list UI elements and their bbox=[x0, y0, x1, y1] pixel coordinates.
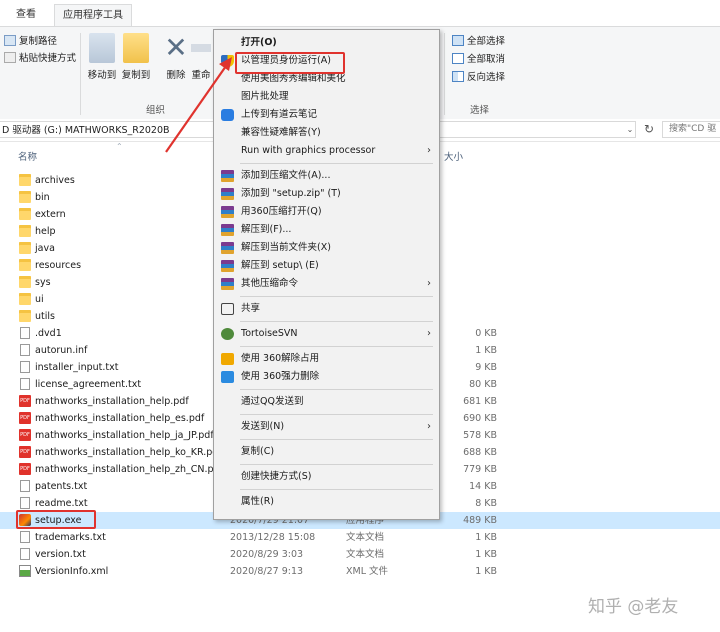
annotation-arrow bbox=[165, 57, 232, 153]
watermark: 知乎 @老友 bbox=[588, 597, 679, 617]
